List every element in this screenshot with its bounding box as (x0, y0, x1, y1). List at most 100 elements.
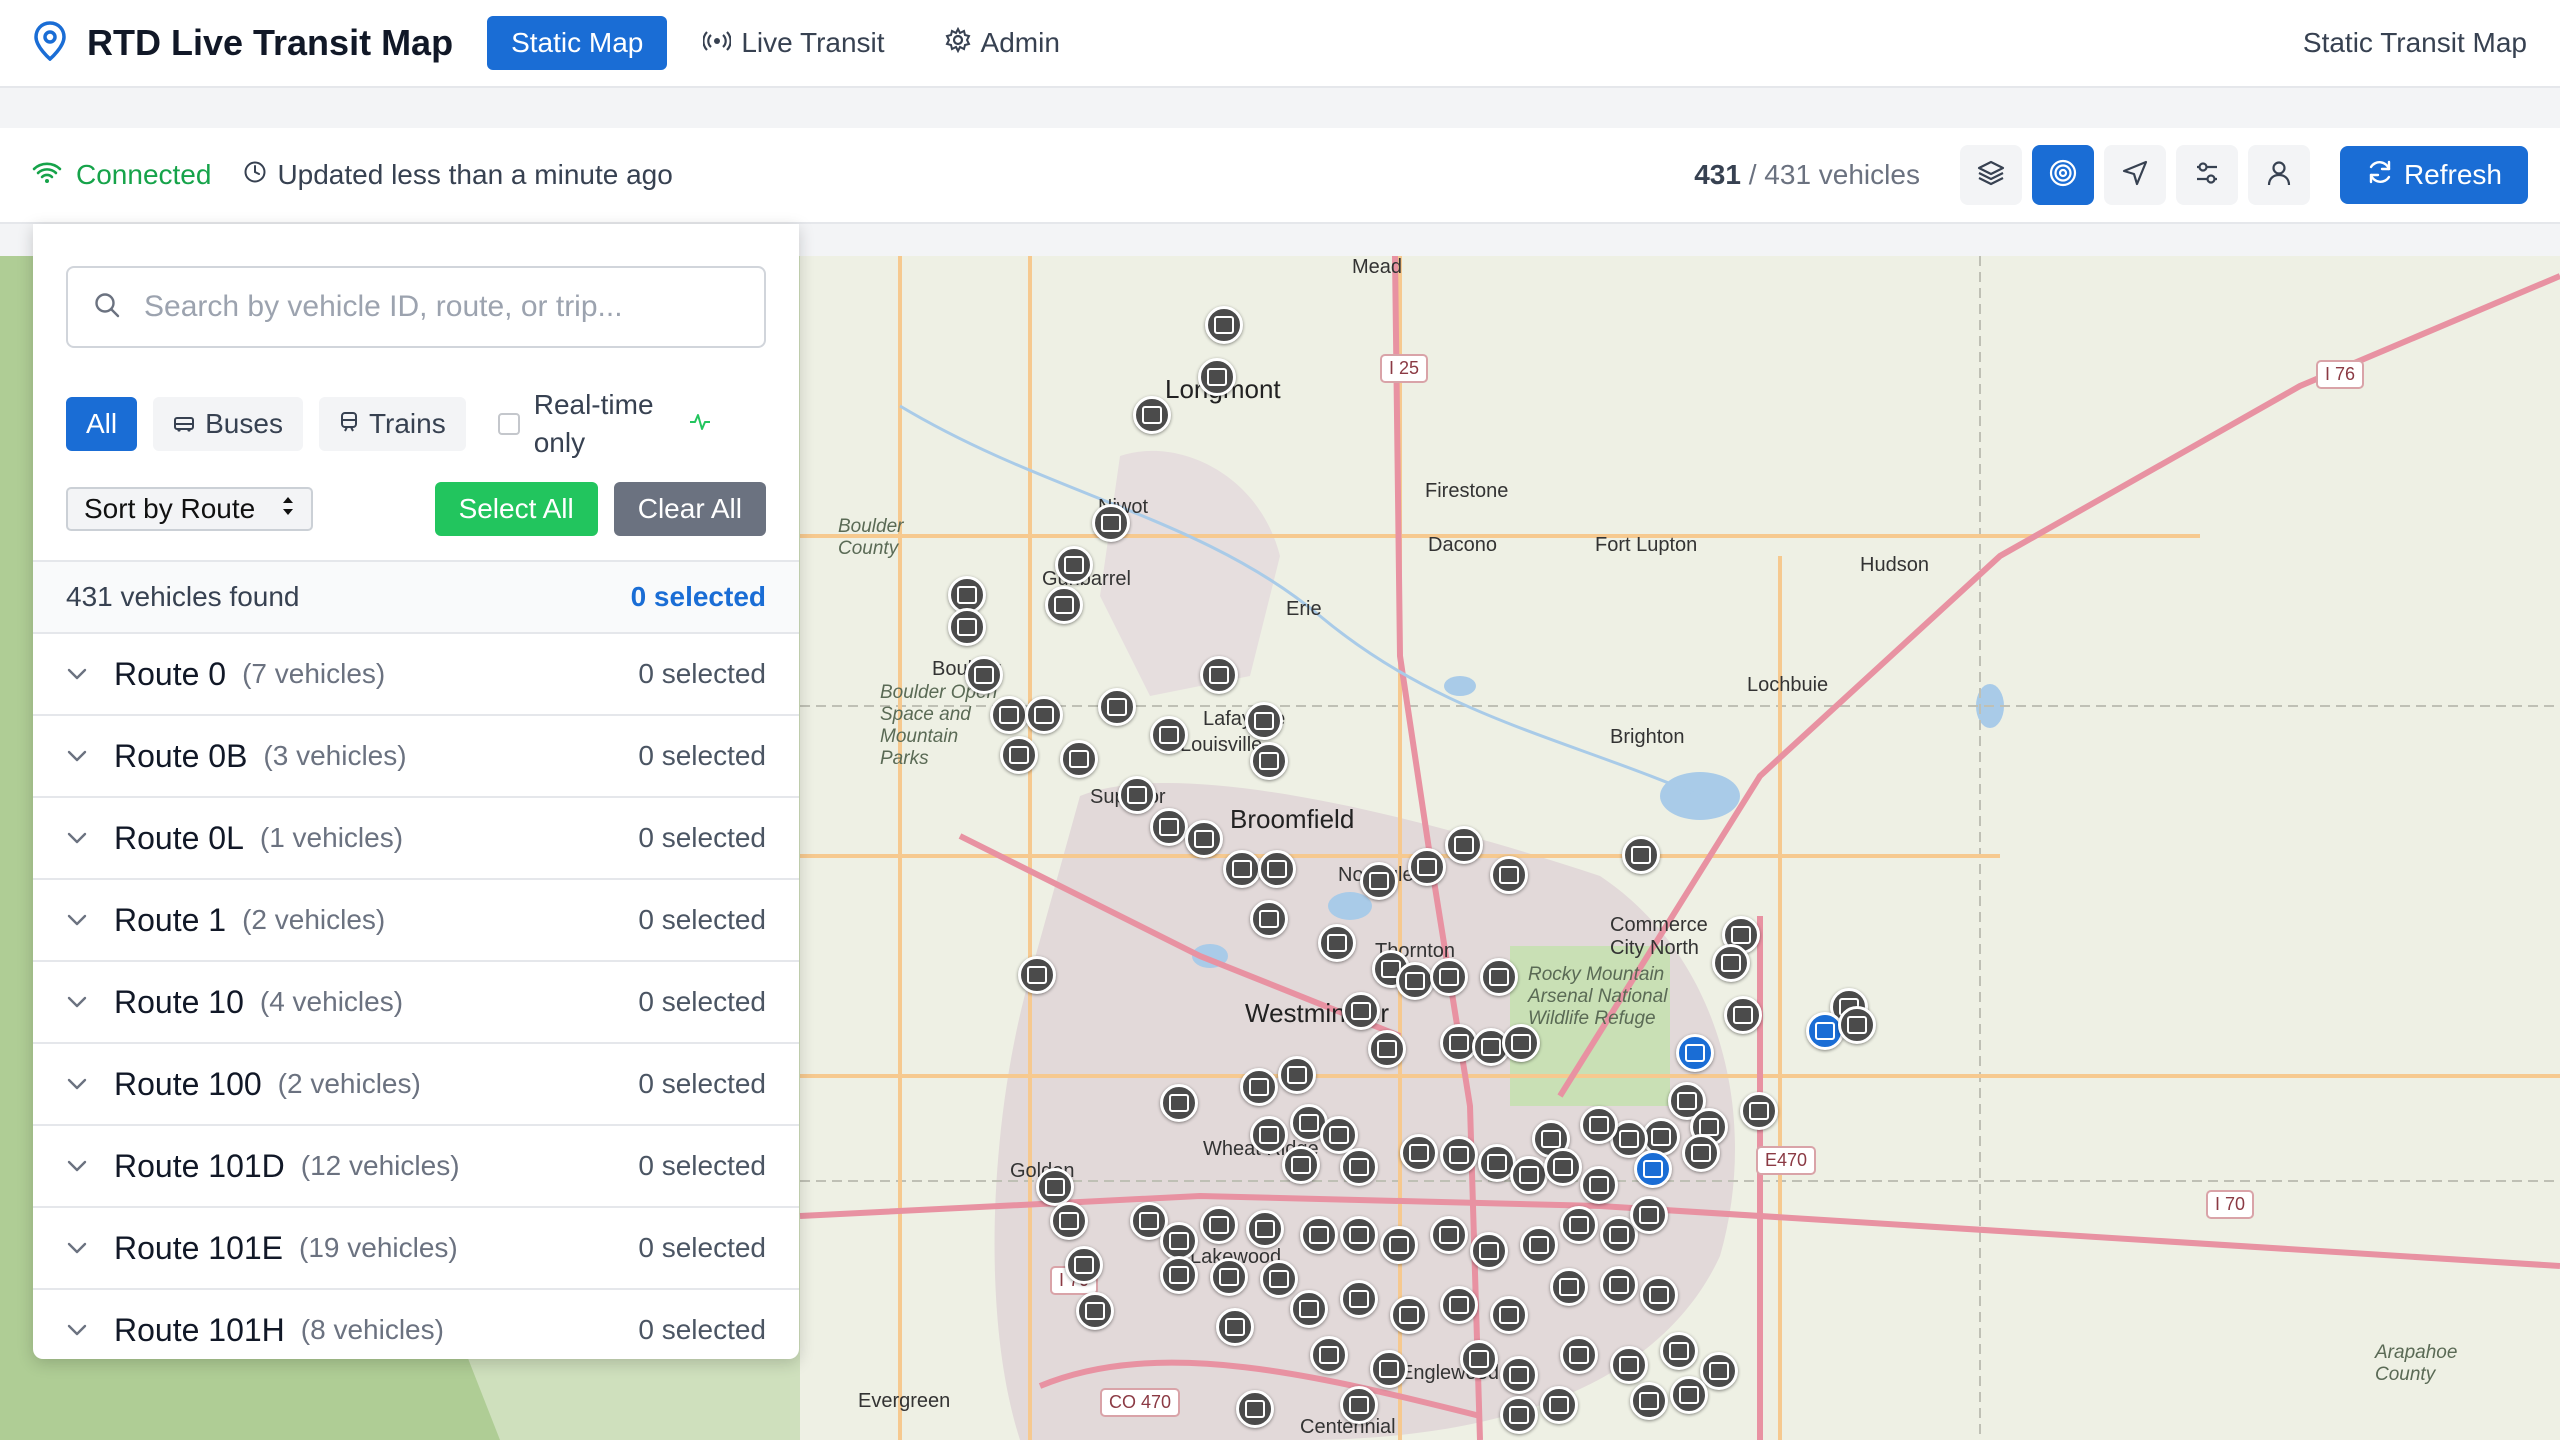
route-row[interactable]: Route 10 (4 vehicles) 0 selected (33, 962, 799, 1044)
vehicle-marker[interactable] (1640, 1276, 1678, 1314)
vehicle-marker[interactable] (1380, 1226, 1418, 1264)
vehicle-marker[interactable] (1250, 742, 1288, 780)
vehicle-marker[interactable] (1400, 1134, 1438, 1172)
vehicle-marker[interactable] (1246, 1210, 1284, 1248)
vehicle-marker[interactable] (1150, 716, 1188, 754)
vehicle-marker[interactable] (1510, 1156, 1548, 1194)
vehicle-marker[interactable] (1118, 776, 1156, 814)
vehicle-marker[interactable] (1282, 1146, 1320, 1184)
route-row[interactable]: Route 0L (1 vehicles) 0 selected (33, 798, 799, 880)
vehicle-marker[interactable] (1205, 306, 1243, 344)
vehicle-marker[interactable] (1445, 826, 1483, 864)
chevron-down-icon[interactable] (66, 667, 92, 681)
filter-buses-button[interactable]: Buses (153, 397, 303, 451)
chevron-down-icon[interactable] (66, 1077, 92, 1091)
vehicle-marker[interactable] (1160, 1222, 1198, 1260)
vehicle-marker[interactable] (1440, 1286, 1478, 1324)
vehicle-marker[interactable] (1076, 1292, 1114, 1330)
filters-button[interactable] (2175, 145, 2238, 205)
route-row[interactable]: Route 100 (2 vehicles) 0 selected (33, 1044, 799, 1126)
vehicle-marker[interactable] (1258, 850, 1296, 888)
route-row[interactable]: Route 101E (19 vehicles) 0 selected (33, 1208, 799, 1290)
route-row[interactable]: Route 0 (7 vehicles) 0 selected (33, 634, 799, 716)
vehicle-marker[interactable] (1540, 1386, 1578, 1424)
vehicle-marker[interactable] (1712, 944, 1750, 982)
vehicle-marker[interactable] (1430, 1216, 1468, 1254)
vehicle-marker[interactable] (1310, 1336, 1348, 1374)
vehicle-marker[interactable] (1560, 1206, 1598, 1244)
vehicle-marker[interactable] (1318, 924, 1356, 962)
vehicle-marker[interactable] (948, 608, 986, 646)
vehicle-marker[interactable] (1560, 1336, 1598, 1374)
vehicle-marker[interactable] (1300, 1216, 1338, 1254)
vehicle-marker[interactable] (1670, 1376, 1708, 1414)
nav-live-transit[interactable]: Live Transit (679, 16, 908, 70)
vehicle-marker[interactable] (1250, 1116, 1288, 1154)
vehicle-marker[interactable] (1580, 1166, 1618, 1204)
vehicle-marker[interactable] (1260, 1260, 1298, 1298)
select-all-button[interactable]: Select All (434, 482, 598, 536)
route-row[interactable]: Route 0B (3 vehicles) 0 selected (33, 716, 799, 798)
vehicle-marker[interactable] (1065, 1246, 1103, 1284)
vehicle-marker[interactable] (1025, 696, 1063, 734)
vehicle-marker[interactable] (1622, 836, 1660, 874)
vehicle-marker[interactable] (1036, 1168, 1074, 1206)
vehicle-marker[interactable] (1430, 958, 1468, 996)
target-button[interactable] (2031, 145, 2094, 205)
vehicle-marker[interactable] (1440, 1136, 1478, 1174)
chevron-down-icon[interactable] (66, 831, 92, 845)
vehicle-marker[interactable] (1210, 1258, 1248, 1296)
vehicle-marker[interactable] (1185, 820, 1223, 858)
route-row[interactable]: Route 101D (12 vehicles) 0 selected (33, 1126, 799, 1208)
vehicle-marker[interactable] (1060, 740, 1098, 778)
route-row[interactable]: Route 101H (8 vehicles) 0 selected (33, 1290, 799, 1359)
vehicle-marker[interactable] (1250, 900, 1288, 938)
layers-button[interactable] (1959, 145, 2022, 205)
vehicle-marker[interactable] (1580, 1106, 1618, 1144)
vehicle-marker[interactable] (1520, 1226, 1558, 1264)
vehicle-marker[interactable] (1018, 956, 1056, 994)
vehicle-marker[interactable] (1360, 862, 1398, 900)
vehicle-marker[interactable] (1216, 1308, 1254, 1346)
vehicle-marker[interactable] (1370, 1350, 1408, 1388)
chevron-down-icon[interactable] (66, 749, 92, 763)
chevron-down-icon[interactable] (66, 995, 92, 1009)
vehicle-marker[interactable] (1396, 962, 1434, 1000)
vehicle-marker[interactable] (1838, 1006, 1876, 1044)
vehicle-marker[interactable] (1724, 996, 1762, 1034)
vehicle-marker[interactable] (1160, 1256, 1198, 1294)
vehicle-marker[interactable] (1290, 1290, 1328, 1328)
chevron-down-icon[interactable] (66, 1241, 92, 1255)
vehicle-marker[interactable] (1340, 1280, 1378, 1318)
vehicle-marker[interactable] (1342, 992, 1380, 1030)
vehicle-marker[interactable] (1000, 736, 1038, 774)
chevron-down-icon[interactable] (66, 1323, 92, 1337)
vehicle-marker[interactable] (1200, 1206, 1238, 1244)
vehicle-marker[interactable] (1245, 702, 1283, 740)
vehicle-marker[interactable] (1600, 1266, 1638, 1304)
vehicle-marker[interactable] (1368, 1030, 1406, 1068)
realtime-only-checkbox[interactable] (497, 413, 520, 435)
vehicle-marker[interactable] (1200, 656, 1238, 694)
vehicle-marker[interactable] (1150, 808, 1188, 846)
nav-admin[interactable]: Admin (921, 16, 1084, 70)
vehicle-marker[interactable] (1660, 1332, 1698, 1370)
filter-trains-button[interactable]: Trains (318, 397, 466, 451)
vehicle-marker[interactable] (1490, 856, 1528, 894)
user-button[interactable] (2247, 145, 2310, 205)
vehicle-marker[interactable] (1098, 688, 1136, 726)
vehicle-marker[interactable] (1340, 1148, 1378, 1186)
vehicle-marker[interactable] (1550, 1268, 1588, 1306)
vehicle-marker[interactable] (990, 696, 1028, 734)
vehicle-marker[interactable] (965, 656, 1003, 694)
vehicle-marker[interactable] (1278, 1056, 1316, 1094)
live-vehicle-marker[interactable] (1676, 1034, 1714, 1072)
vehicle-marker[interactable] (1408, 848, 1446, 886)
search-input[interactable] (144, 290, 740, 324)
live-vehicle-marker[interactable] (1634, 1150, 1672, 1188)
vehicle-marker[interactable] (1470, 1232, 1508, 1270)
vehicle-marker[interactable] (1460, 1340, 1498, 1378)
chevron-down-icon[interactable] (66, 913, 92, 927)
vehicle-marker[interactable] (1198, 358, 1236, 396)
vehicle-marker[interactable] (1630, 1196, 1668, 1234)
